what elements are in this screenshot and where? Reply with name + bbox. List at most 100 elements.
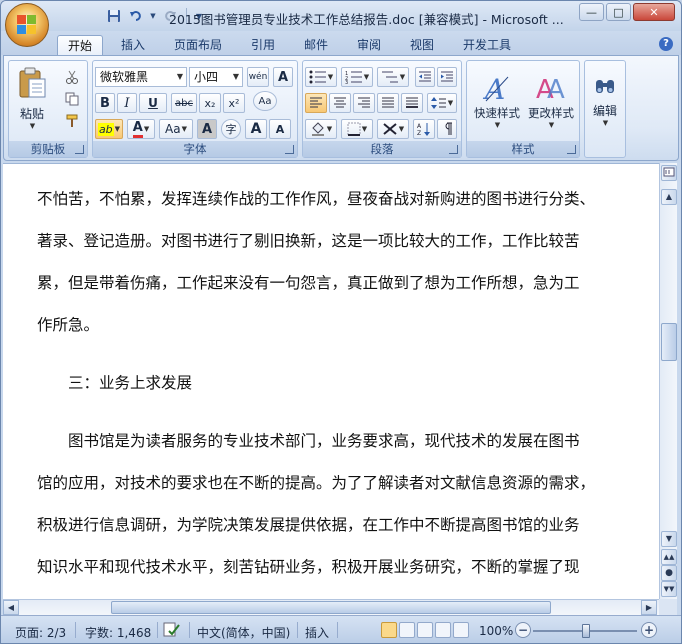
- font-color-button[interactable]: A ▼: [127, 119, 155, 139]
- subscript-button[interactable]: x₂: [199, 93, 221, 113]
- outline-view-icon[interactable]: [435, 622, 451, 638]
- quick-styles-button[interactable]: A 快速样式 ▼: [471, 63, 523, 139]
- chevron-down-icon: ▼: [494, 121, 501, 129]
- shading-button[interactable]: ▼: [305, 119, 337, 139]
- page-count[interactable]: 页面: 2/3: [15, 624, 66, 641]
- ruler-toggle-icon[interactable]: [661, 165, 677, 181]
- chinese-layout-button[interactable]: ▼: [377, 119, 409, 139]
- bold-button[interactable]: B: [95, 93, 115, 113]
- align-right-button[interactable]: [353, 93, 375, 113]
- tab-home[interactable]: 开始: [57, 35, 104, 55]
- decrease-indent-button[interactable]: [415, 67, 435, 87]
- zoom-out-icon[interactable]: −: [515, 622, 531, 638]
- show-marks-button[interactable]: [437, 119, 457, 139]
- styles-launcher-icon[interactable]: [567, 145, 576, 154]
- change-styles-button[interactable]: AA 更改样式 ▼: [525, 63, 577, 139]
- zoom-in-icon[interactable]: +: [641, 622, 657, 638]
- strikethrough-button[interactable]: abc: [171, 93, 197, 113]
- svg-text:A: A: [482, 73, 505, 103]
- align-left-button[interactable]: [305, 93, 327, 113]
- document-body[interactable]: 不怕苦，不怕累，发挥连续作战的工作作风，昼夜奋战对新购进的图书进行分类、 著录、…: [37, 178, 599, 588]
- zoom-slider-thumb[interactable]: [582, 624, 590, 638]
- tab-mailings[interactable]: 邮件: [294, 35, 338, 55]
- line-spacing-button[interactable]: ▼: [427, 93, 457, 113]
- zoom-level[interactable]: 100%: [479, 624, 513, 638]
- multilevel-list-button[interactable]: ▼: [377, 67, 409, 87]
- document-page[interactable]: 不怕苦，不怕累，发挥连续作战的工作作风，昼夜奋战对新购进的图书进行分类、 著录、…: [3, 163, 659, 599]
- horizontal-scroll-thumb[interactable]: [111, 601, 551, 614]
- paste-button[interactable]: 粘贴 ▼: [15, 63, 49, 133]
- tab-view[interactable]: 视图: [400, 35, 444, 55]
- align-center-button[interactable]: [329, 93, 351, 113]
- shrink-font-button[interactable]: A: [269, 119, 291, 139]
- sort-button[interactable]: AZ: [413, 119, 435, 139]
- vertical-scroll-thumb[interactable]: [661, 323, 677, 361]
- pilcrow-icon: [445, 122, 452, 135]
- grow-font-button[interactable]: A: [245, 119, 267, 139]
- format-painter-button[interactable]: [61, 111, 83, 131]
- chevron-down-icon: ▼: [447, 99, 454, 107]
- cut-button[interactable]: [61, 67, 83, 87]
- copy-button[interactable]: [61, 89, 83, 109]
- scroll-up-icon[interactable]: ▲: [661, 189, 677, 205]
- enclose-characters-button[interactable]: 字: [221, 119, 241, 139]
- scroll-right-icon[interactable]: ▶: [641, 600, 657, 615]
- editing-button[interactable]: 编辑 ▼: [587, 63, 623, 139]
- font-size-combo[interactable]: 小四 ▼: [189, 67, 243, 87]
- borders-button[interactable]: ▼: [341, 119, 373, 139]
- superscript-button[interactable]: x²: [223, 93, 245, 113]
- next-page-icon[interactable]: ▼▼: [661, 581, 677, 597]
- underline-button[interactable]: U: [139, 93, 167, 113]
- document-line: 积极进行信息调研，为学院决策发展提供依据，在工作中不断提高图书馆的业务: [37, 516, 580, 534]
- horizontal-scrollbar[interactable]: ◀ ▶: [3, 599, 659, 615]
- tab-references[interactable]: 引用: [241, 35, 285, 55]
- full-screen-reading-view-icon[interactable]: [399, 622, 415, 638]
- increase-indent-button[interactable]: [437, 67, 457, 87]
- tab-review[interactable]: 审阅: [347, 35, 391, 55]
- insert-mode-indicator[interactable]: 插入: [305, 624, 329, 641]
- title-bar: ▼ ▼ 2015图书管理员专业技术工作总结报告.doc [兼容模式] - Mic…: [1, 1, 681, 31]
- paragraph-launcher-icon[interactable]: [449, 145, 458, 154]
- language-indicator[interactable]: 中文(简体，中国): [197, 624, 290, 641]
- font-name-combo[interactable]: 微软雅黑 ▼: [95, 67, 187, 87]
- scroll-down-icon[interactable]: ▼: [661, 531, 677, 547]
- select-browse-object-icon[interactable]: ●: [661, 565, 677, 581]
- font-launcher-icon[interactable]: [285, 145, 294, 154]
- word-count[interactable]: 字数: 1,468: [85, 624, 151, 641]
- help-icon[interactable]: ?: [659, 37, 673, 51]
- distributed-button[interactable]: [401, 93, 423, 113]
- text-highlight-button[interactable]: ab ▼: [95, 119, 123, 139]
- phonetic-guide-button[interactable]: wén: [247, 67, 269, 87]
- save-icon[interactable]: [105, 7, 123, 25]
- bullets-button[interactable]: ▼: [305, 67, 337, 87]
- close-button[interactable]: ✕: [633, 3, 675, 21]
- tab-insert[interactable]: 插入: [111, 35, 155, 55]
- undo-dropdown-icon[interactable]: ▼: [149, 7, 157, 25]
- word-window: ▼ ▼ 2015图书管理员专业技术工作总结报告.doc [兼容模式] - Mic…: [0, 0, 682, 644]
- tab-page-layout[interactable]: 页面布局: [164, 35, 232, 55]
- status-separator: [157, 622, 158, 638]
- undo-icon[interactable]: [127, 7, 145, 25]
- window-title: 2015图书管理员专业技术工作总结报告.doc [兼容模式] - Microso…: [169, 12, 564, 27]
- scroll-left-icon[interactable]: ◀: [3, 600, 19, 615]
- justify-button[interactable]: [377, 93, 399, 113]
- previous-page-icon[interactable]: ▲▲: [661, 549, 677, 565]
- office-button[interactable]: [5, 3, 49, 47]
- distributed-icon: [406, 97, 418, 108]
- maximize-button[interactable]: □: [606, 3, 631, 21]
- clear-formatting-button[interactable]: Aa: [253, 91, 277, 111]
- proofing-icon[interactable]: [163, 622, 181, 641]
- draft-view-icon[interactable]: [453, 622, 469, 638]
- change-case-button[interactable]: Aa ▼: [159, 119, 193, 139]
- italic-button[interactable]: I: [117, 93, 137, 113]
- vertical-scrollbar[interactable]: ▲ ▼ ▲▲ ● ▼▼: [659, 163, 677, 599]
- web-layout-view-icon[interactable]: [417, 622, 433, 638]
- print-layout-view-icon[interactable]: [381, 622, 397, 638]
- clipboard-launcher-icon[interactable]: [75, 145, 84, 154]
- tab-developer[interactable]: 开发工具: [453, 35, 521, 55]
- char-border-button[interactable]: A: [273, 67, 293, 87]
- numbering-button[interactable]: 123 ▼: [341, 67, 373, 87]
- minimize-button[interactable]: —: [579, 3, 604, 21]
- change-styles-label: 更改样式: [528, 106, 574, 120]
- char-shading-button[interactable]: A: [197, 119, 217, 139]
